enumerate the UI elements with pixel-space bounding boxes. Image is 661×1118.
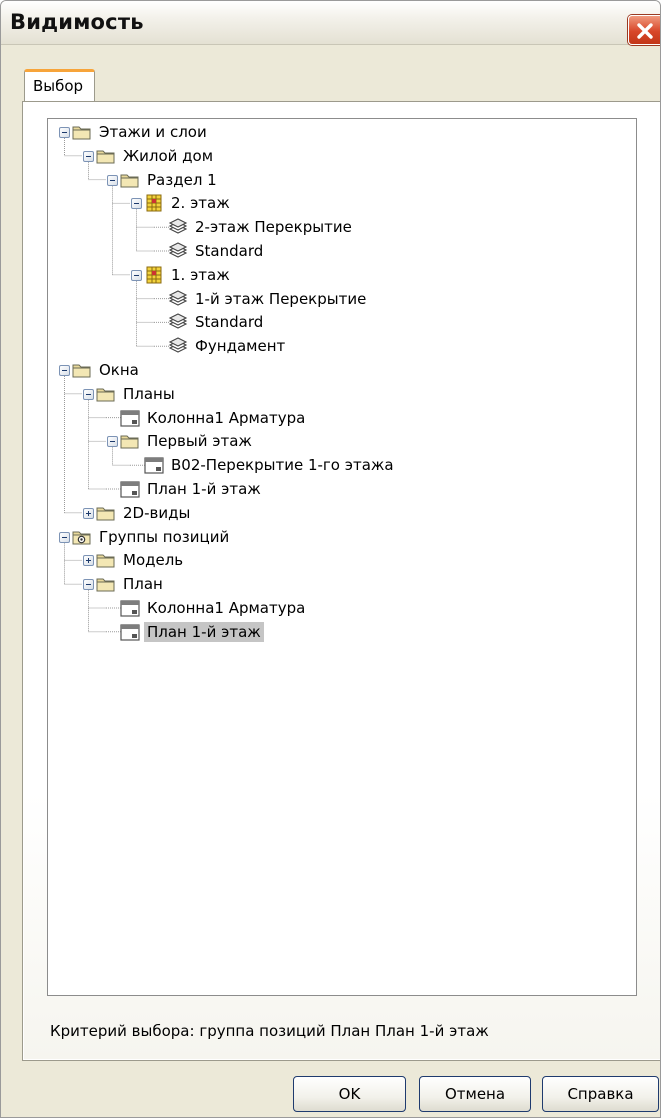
layer-icon xyxy=(167,289,189,309)
collapse-toggle-icon[interactable] xyxy=(107,174,118,186)
tree-item-label: B02-Перекрытие 1-го этажа xyxy=(171,456,394,475)
tree-item[interactable]: 2D-виды xyxy=(95,502,193,524)
layer-icon xyxy=(167,241,189,261)
tree-item-label: Модель xyxy=(123,551,184,570)
tree-item-label: Standard xyxy=(195,313,264,332)
tree-item[interactable]: Фундамент xyxy=(167,335,288,357)
tree-item-label: 2. этаж xyxy=(171,194,230,213)
tree-item[interactable]: План 1-й этаж xyxy=(119,478,264,500)
plan-icon xyxy=(119,479,141,499)
tree-item[interactable]: Планы xyxy=(95,383,178,405)
tab-selection[interactable]: Выбор xyxy=(24,69,95,102)
collapse-toggle-icon[interactable] xyxy=(83,388,94,400)
tree-item[interactable]: План 1-й этаж xyxy=(119,621,264,643)
folder-icon xyxy=(119,170,141,190)
folder-icon xyxy=(95,574,117,594)
tree-item[interactable]: Модель xyxy=(95,549,186,571)
plan-icon xyxy=(119,598,141,618)
title-bar[interactable]: Видимость xyxy=(1,1,660,45)
floor-icon xyxy=(143,193,165,213)
ok-button[interactable]: OK xyxy=(293,1076,406,1112)
folder-icon xyxy=(71,360,93,380)
tree-item-label: 1. этаж xyxy=(171,265,230,284)
tree-item[interactable]: Standard xyxy=(167,311,266,333)
tree-item-label: 2-этаж Перекрытие xyxy=(195,218,352,237)
tree-item[interactable]: Колонна1 Арматура xyxy=(119,407,308,429)
plan-icon xyxy=(119,408,141,428)
tree-item-label: Колонна1 Арматура xyxy=(147,408,306,427)
tree-item-label: Этажи и слои xyxy=(99,123,207,141)
collapse-toggle-icon[interactable] xyxy=(83,150,94,162)
tree-item-label: Планы xyxy=(123,384,175,403)
tree-item-label: Фундамент xyxy=(195,337,286,356)
tree-item-label: Колонна1 Арматура xyxy=(147,599,306,617)
tree-item[interactable]: Окна xyxy=(71,359,142,381)
folder-icon xyxy=(71,122,93,142)
folder-icon xyxy=(95,503,117,523)
tree-item[interactable]: Группы позиций xyxy=(71,526,232,548)
tree-item[interactable]: План xyxy=(95,573,166,595)
tree-item-label: 1-й этаж Перекрытие xyxy=(195,289,367,308)
tree-item[interactable]: 1-й этаж Перекрытие xyxy=(167,288,369,310)
visibility-dialog: Видимость Выбор Этажи и слои Жилой дом Раз… xyxy=(0,0,661,1118)
tree-item-label: Раздел 1 xyxy=(147,170,217,189)
tree-item[interactable]: 2. этаж xyxy=(143,192,233,214)
close-icon xyxy=(637,23,653,39)
tree-item-label: Первый этаж xyxy=(147,432,252,451)
collapse-toggle-icon[interactable] xyxy=(59,531,70,543)
tree-item[interactable]: B02-Перекрытие 1-го этажа xyxy=(143,454,397,476)
tree-item[interactable]: Standard xyxy=(167,240,266,262)
plan-icon xyxy=(143,455,165,475)
tree-item[interactable]: 2-этаж Перекрытие xyxy=(167,216,355,238)
floor-icon xyxy=(143,265,165,285)
layer-icon xyxy=(167,217,189,237)
tree-item-label: Группы позиций xyxy=(99,527,230,546)
tree-item-label: План xyxy=(123,575,163,594)
tree-item-label: Окна xyxy=(99,361,139,379)
collapse-toggle-icon[interactable] xyxy=(83,579,94,591)
layer-icon xyxy=(167,336,189,356)
tree-item[interactable]: Первый этаж xyxy=(119,430,255,452)
collapse-toggle-icon[interactable] xyxy=(59,127,70,138)
tree-item[interactable]: 1. этаж xyxy=(143,264,233,286)
plan-icon xyxy=(119,622,141,642)
folder-icon xyxy=(119,431,141,451)
collapse-toggle-icon[interactable] xyxy=(131,198,142,210)
collapse-toggle-icon[interactable] xyxy=(107,436,118,448)
tree-item-label: Standard xyxy=(195,242,264,260)
expand-toggle-icon[interactable] xyxy=(83,507,94,519)
folder-icon xyxy=(95,384,117,404)
tree-item[interactable]: Раздел 1 xyxy=(119,169,220,191)
help-button[interactable]: Справка xyxy=(542,1076,659,1112)
tree-item[interactable]: Жилой дом xyxy=(95,145,216,167)
layer-icon xyxy=(167,312,189,332)
tree-item-label: План 1-й этаж xyxy=(144,621,264,642)
tree-item[interactable]: Этажи и слои xyxy=(71,121,210,143)
expand-toggle-icon[interactable] xyxy=(83,555,94,567)
folder-icon xyxy=(95,550,117,570)
collapse-toggle-icon[interactable] xyxy=(131,269,142,281)
collapse-toggle-icon[interactable] xyxy=(59,365,70,376)
cancel-button[interactable]: Отмена xyxy=(419,1076,531,1112)
close-button[interactable] xyxy=(628,15,660,45)
tree-item-label: План 1-й этаж xyxy=(147,480,261,498)
window-title: Видимость xyxy=(10,10,144,34)
folder-icon xyxy=(95,146,117,166)
selection-criteria-label: Критерий выбора: группа позиций План Пла… xyxy=(50,1022,489,1040)
tree-item-label: 2D-виды xyxy=(123,503,191,522)
group-folder-icon xyxy=(71,527,93,547)
tree-item-label: Жилой дом xyxy=(123,146,214,165)
object-tree[interactable]: Этажи и слои Жилой дом Раздел 1 2. этаж 2-эт… xyxy=(47,118,637,996)
tree-item[interactable]: Колонна1 Арматура xyxy=(119,597,308,619)
